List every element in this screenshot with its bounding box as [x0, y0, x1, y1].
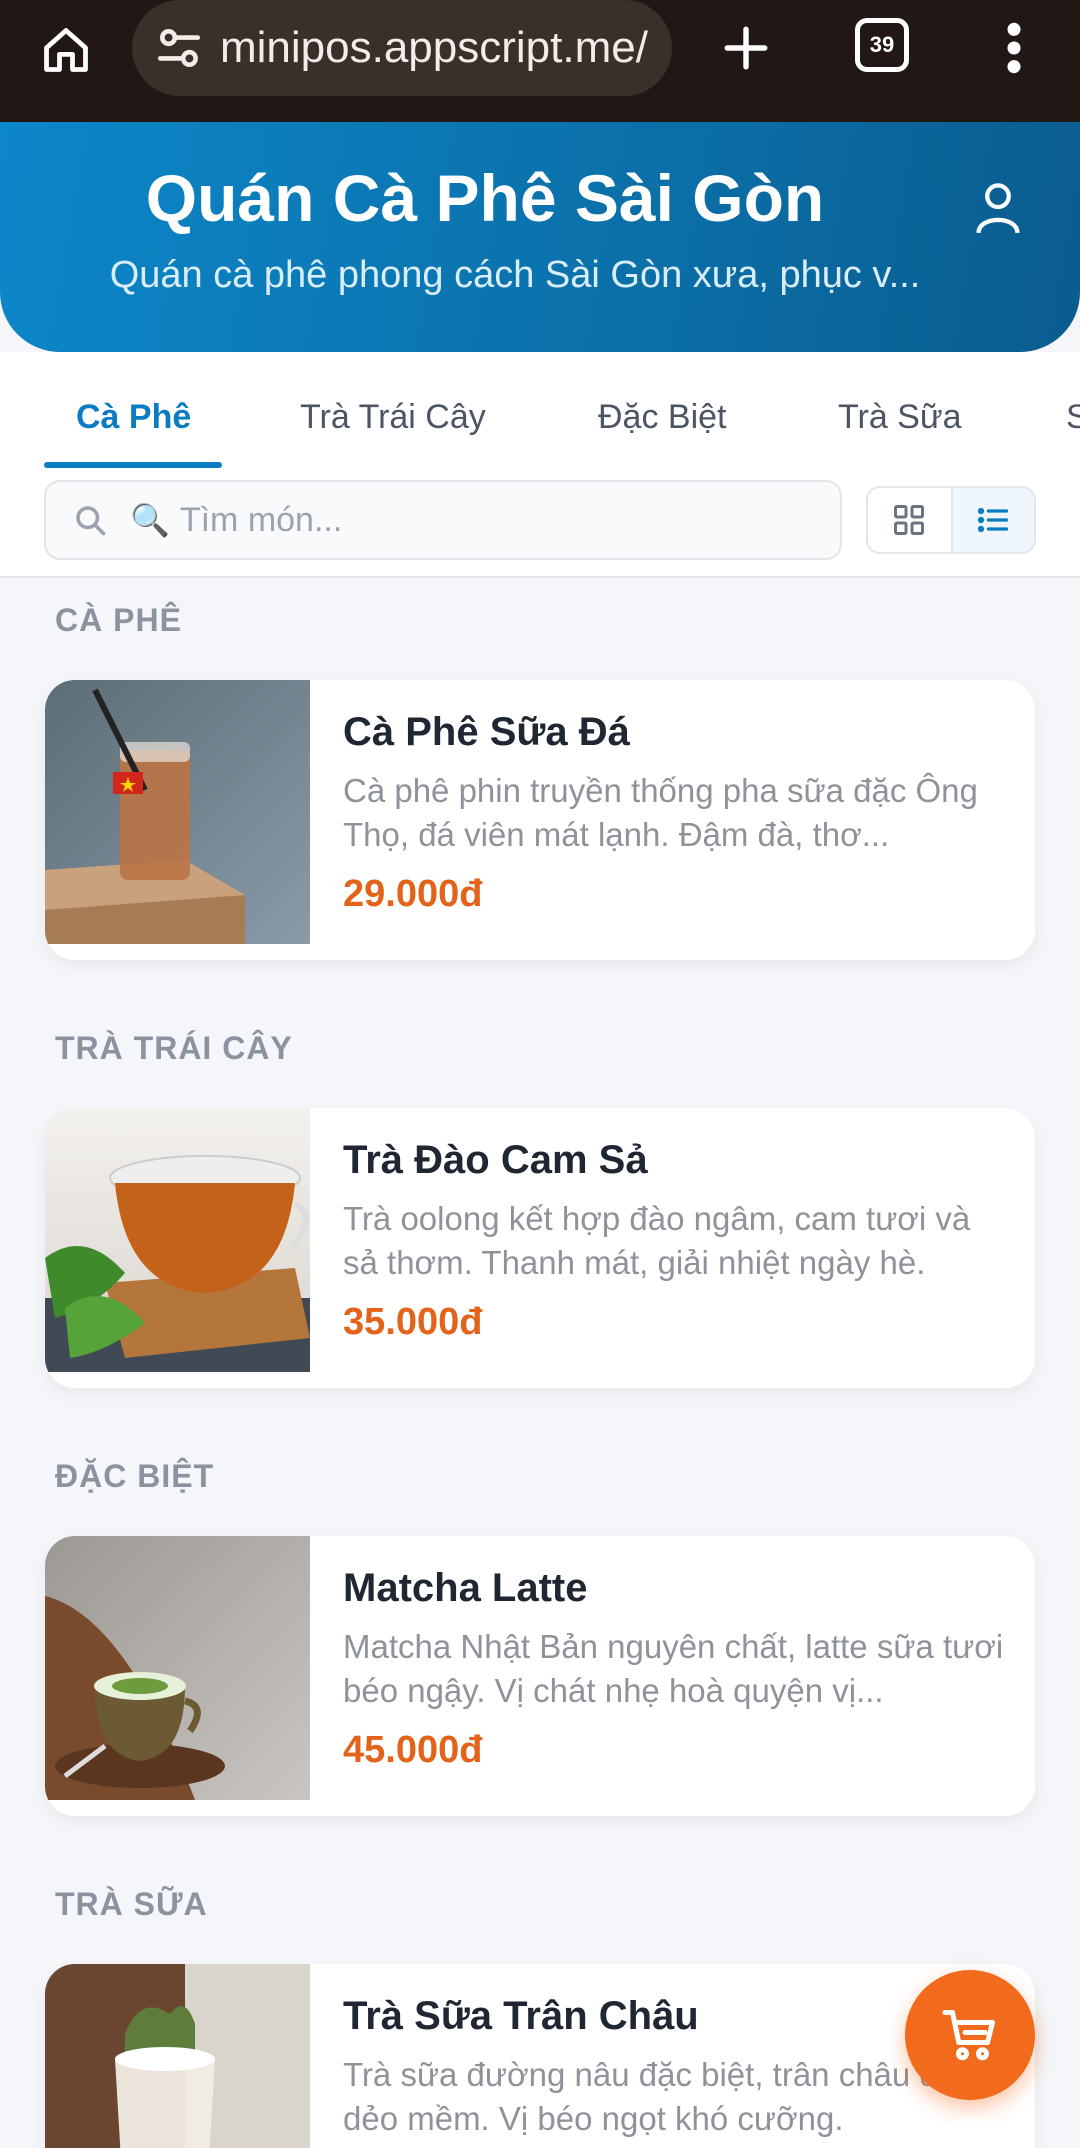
- section-heading: CÀ PHÊ: [55, 602, 182, 638]
- product-image-matcha-latte: [45, 1536, 310, 1800]
- view-mode-toggle: [866, 486, 1036, 554]
- item-price: 29.000đ: [343, 873, 483, 915]
- section-heading: ĐẶC BIỆT: [55, 1458, 215, 1494]
- item-price: 35.000đ: [343, 1301, 483, 1343]
- item-name: Trà Đào Cam Sả: [343, 1138, 648, 1182]
- search-icon: [76, 506, 106, 536]
- menu-item-card[interactable]: Matcha Latte Matcha Nhật Bản nguyên chất…: [45, 1536, 1035, 1816]
- search-input[interactable]: [179, 500, 740, 540]
- item-description: Trà oolong kết hợp đào ngâm, cam tươi và…: [343, 1200, 971, 1281]
- search-field[interactable]: 🔍: [44, 480, 842, 560]
- user-icon[interactable]: [965, 174, 1031, 240]
- cart-icon: [942, 2010, 995, 2061]
- url-text: minipos.appscript.me/: [220, 23, 648, 72]
- tab-more-partial[interactable]: S: [1066, 398, 1080, 437]
- item-description: Cà phê phin truyền thống pha sữa đặc Ông…: [343, 772, 978, 853]
- store-header: Quán Cà Phê Sài Gòn Quán cà phê phong cá…: [0, 122, 1080, 352]
- tab-ca-phe[interactable]: Cà Phê: [76, 398, 191, 437]
- category-tabs: Cà Phê Trà Trái Cây Đặc Biệt Trà Sữa S: [0, 352, 1080, 470]
- list-view-icon[interactable]: [950, 488, 1034, 552]
- product-image-bubble-tea: [45, 1964, 310, 2148]
- item-description: Matcha Nhật Bản nguyên chất, latte sữa t…: [343, 1628, 1004, 1709]
- menu-item-card[interactable]: Trà Đào Cam Sả Trà oolong kết hợp đào ng…: [45, 1108, 1035, 1388]
- cart-button[interactable]: [905, 1970, 1035, 2100]
- store-subtitle: Quán cà phê phong cách Sài Gòn xưa, phục…: [109, 254, 921, 296]
- active-tab-indicator: [44, 462, 222, 468]
- more-menu-icon[interactable]: [994, 12, 1034, 84]
- product-image-peach-tea: [45, 1108, 310, 1372]
- tab-tra-sua[interactable]: Trà Sữa: [838, 398, 962, 437]
- address-bar[interactable]: minipos.appscript.me/: [132, 0, 672, 96]
- section-heading: TRÀ TRÁI CÂY: [55, 1030, 293, 1066]
- tab-tra-trai-cay[interactable]: Trà Trái Cây: [300, 398, 486, 437]
- tab-switcher-button[interactable]: 39: [855, 18, 909, 72]
- tab-dac-biet[interactable]: Đặc Biệt: [598, 398, 727, 437]
- item-price: 45.000đ: [343, 1729, 483, 1771]
- menu-item-card[interactable]: Cà Phê Sữa Đá Cà phê phin truyền thống p…: [45, 680, 1035, 960]
- menu-item-card[interactable]: Trà Sữa Trân Châu Trà sữa đường nâu đặc …: [45, 1964, 1035, 2148]
- section-heading: TRÀ SỮA: [55, 1886, 208, 1922]
- item-name: Matcha Latte: [343, 1566, 588, 1610]
- new-tab-icon[interactable]: [710, 12, 782, 84]
- grid-view-icon[interactable]: [868, 488, 951, 552]
- product-image-iced-coffee: [45, 680, 310, 944]
- home-icon[interactable]: [30, 14, 102, 86]
- browser-toolbar: minipos.appscript.me/ 39: [0, 0, 1080, 122]
- menu-toolbar: Cà Phê Trà Trái Cây Đặc Biệt Trà Sữa S 🔍: [0, 352, 1080, 578]
- store-title: Quán Cà Phê Sài Gòn: [145, 161, 825, 235]
- magnifier-emoji-icon: 🔍: [130, 502, 170, 538]
- item-name: Cà Phê Sữa Đá: [343, 710, 630, 754]
- site-settings-icon[interactable]: [154, 23, 204, 73]
